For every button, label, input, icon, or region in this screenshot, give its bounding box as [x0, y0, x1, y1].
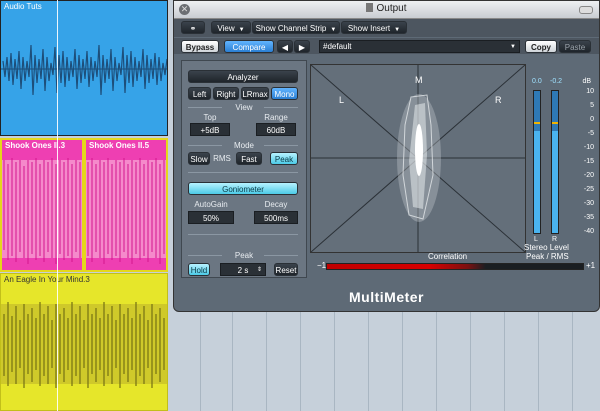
multimeter-control-panel: Analyzer Left Right LRmax Mono View Top … — [181, 60, 307, 278]
left-level-bar — [533, 90, 541, 234]
waveform — [1, 44, 167, 96]
next-preset-button[interactable]: ▶ — [294, 40, 310, 53]
hold-button[interactable]: Hold — [188, 263, 210, 276]
compare-button[interactable]: Compare — [224, 40, 274, 53]
window-titlebar[interactable]: ✕ Output — [174, 1, 599, 19]
analyzer-button[interactable]: Analyzer — [188, 70, 298, 83]
playhead-cursor[interactable] — [57, 0, 58, 411]
autogain-value-field[interactable]: 50% — [188, 211, 234, 224]
hold-time-field[interactable]: 2 s ⇕ — [220, 263, 266, 276]
db-tick: 10 — [586, 88, 594, 95]
peak-right-value: -0.2 — [550, 78, 563, 85]
show-insert-button[interactable]: Show Insert ▼ — [341, 21, 407, 34]
right-channel-label: R — [495, 95, 502, 105]
copy-button[interactable]: Copy — [525, 40, 557, 53]
show-channel-strip-button[interactable]: Show Channel Strip ▼ — [252, 21, 340, 34]
db-tick: 0 — [590, 116, 594, 123]
zoom-pill-icon[interactable] — [579, 6, 593, 14]
rms-label: RMS — [213, 154, 231, 163]
db-tick: -10 — [583, 144, 594, 151]
fast-button[interactable]: Fast — [236, 152, 262, 165]
paste-button[interactable]: Paste — [559, 40, 591, 53]
audio-clip-eagle-in-your-mind[interactable]: An Eagle In Your Mind.3 — [0, 273, 168, 411]
stepper-icon[interactable]: ⇕ — [257, 264, 262, 277]
link-icon: ⚭ — [189, 24, 197, 33]
bypass-button[interactable]: Bypass — [181, 40, 219, 53]
multimeter-plugin-window: ✕ Output ⚭ View ▼ Show Channel Strip ▼ Sho… — [173, 0, 600, 312]
left-channel-label: L — [339, 95, 345, 105]
top-label: Top — [203, 113, 217, 122]
right-level-bar — [551, 90, 559, 234]
db-tick: -20 — [583, 172, 594, 179]
waveform — [86, 158, 166, 264]
channel-lrmax-button[interactable]: LRmax — [241, 87, 269, 100]
meter-right-label: R — [552, 236, 558, 243]
waveform — [2, 158, 82, 264]
db-tick: 5 — [590, 102, 594, 109]
goniometer-display: M L R — [310, 64, 526, 253]
db-tick: -5 — [587, 130, 594, 137]
plugin-header-toolbar: ⚭ View ▼ Show Channel Strip ▼ Show Insert ▼ — [174, 19, 599, 37]
peak-left-value: 0.0 — [532, 78, 542, 85]
view-menu-button[interactable]: View ▼ — [211, 21, 251, 34]
right-peak-marker — [552, 122, 558, 124]
divider — [188, 172, 298, 173]
audio-clip-shook-ones-5[interactable]: Shook Ones II.5 — [84, 138, 168, 272]
correlation-label: Correlation — [428, 252, 468, 261]
correlation-max-label: +1 — [586, 261, 596, 270]
decay-label: Decay — [264, 200, 288, 209]
range-label: Range — [264, 113, 288, 122]
channel-left-button[interactable]: Left — [188, 87, 211, 100]
db-tick: -25 — [583, 186, 594, 193]
peak-mode-button[interactable]: Peak — [270, 152, 298, 165]
divider — [188, 234, 298, 235]
left-peak-marker — [534, 122, 540, 124]
arrow-left-icon: ◀ — [281, 43, 289, 52]
channel-mono-button[interactable]: Mono — [271, 87, 298, 100]
peak-rms-label: Peak / RMS — [526, 252, 569, 261]
plugin-preset-toolbar: Bypass Compare ◀ ▶ #default ▼ Copy Paste — [174, 38, 599, 54]
document-icon — [366, 3, 374, 12]
db-tick: -30 — [583, 200, 594, 207]
db-tick: -15 — [583, 158, 594, 165]
autogain-label: AutoGain — [194, 200, 228, 209]
arrow-right-icon: ▶ — [298, 43, 306, 52]
channel-right-button[interactable]: Right — [213, 87, 239, 100]
window-title: Output — [174, 3, 599, 14]
db-tick: -40 — [583, 228, 594, 235]
goniometer-plot — [310, 64, 526, 253]
waveform — [1, 302, 167, 388]
db-tick: -35 — [583, 214, 594, 221]
correlation-meter — [326, 263, 584, 270]
previous-preset-button[interactable]: ◀ — [277, 40, 293, 53]
decay-value-field[interactable]: 500ms — [254, 211, 298, 224]
audio-clip-audio-tuts[interactable]: Audio Tuts — [0, 0, 168, 136]
divider — [264, 145, 298, 146]
left-level-fill — [534, 130, 540, 233]
plugin-brand-title: MultiMeter — [349, 289, 424, 305]
meter-left-label: L — [534, 236, 538, 243]
divider — [264, 255, 298, 256]
mid-channel-label: M — [415, 75, 423, 85]
goniometer-button[interactable]: Goniometer — [188, 182, 298, 195]
db-unit-label: dB — [582, 78, 591, 85]
reset-button[interactable]: Reset — [274, 263, 298, 276]
range-value-field[interactable]: 60dB — [256, 123, 296, 136]
stereo-level-meter: 0.0 -0.2 dB 10 5 0 -5 -10 -15 -20 -25 -3… — [524, 64, 594, 261]
chevron-down-icon: ▼ — [510, 44, 516, 50]
divider — [264, 107, 298, 108]
stereo-level-label: Stereo Level — [524, 243, 569, 252]
right-level-fill — [552, 130, 558, 233]
link-button[interactable]: ⚭ — [181, 21, 205, 34]
correlation-min-label: −1 — [317, 261, 327, 270]
top-value-field[interactable]: +5dB — [190, 123, 230, 136]
slow-button[interactable]: Slow — [188, 152, 210, 165]
audio-clip-shook-ones-3[interactable]: Shook Ones II.3 — [0, 138, 84, 272]
preset-select[interactable]: #default ▼ — [319, 40, 520, 53]
